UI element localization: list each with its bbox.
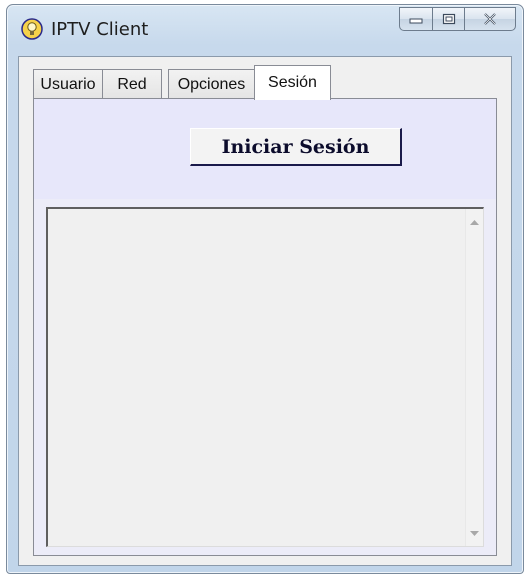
tab-usuario[interactable]: Usuario — [33, 69, 103, 99]
tab-sesion[interactable]: Sesión — [254, 65, 331, 100]
app-window: IPTV Client Usuario Red Opciones Sesión … — [6, 4, 524, 574]
session-log-text[interactable] — [48, 209, 465, 546]
scroll-up-button[interactable] — [466, 213, 483, 230]
close-icon — [484, 13, 496, 25]
tab-red[interactable]: Red — [102, 69, 162, 99]
session-tab-panel: Iniciar Sesión — [33, 98, 497, 556]
chevron-down-icon — [470, 530, 479, 536]
window-title: IPTV Client — [51, 19, 149, 40]
session-log-textarea[interactable] — [46, 207, 484, 547]
tab-opciones[interactable]: Opciones — [168, 69, 255, 99]
minimize-icon — [409, 18, 423, 24]
login-button[interactable]: Iniciar Sesión — [190, 128, 402, 166]
minimize-button[interactable] — [399, 7, 433, 31]
client-area: Usuario Red Opciones Sesión Iniciar Sesi… — [18, 56, 512, 566]
lightbulb-icon — [21, 18, 43, 40]
scroll-down-button[interactable] — [466, 525, 483, 542]
title-bar[interactable]: IPTV Client — [7, 5, 523, 55]
session-header-panel: Iniciar Sesión — [34, 99, 496, 199]
maximize-icon — [442, 13, 455, 25]
maximize-button[interactable] — [432, 7, 465, 31]
vertical-scrollbar[interactable] — [465, 209, 483, 546]
chevron-up-icon — [470, 219, 479, 225]
close-button[interactable] — [464, 7, 516, 31]
window-controls — [399, 7, 516, 31]
